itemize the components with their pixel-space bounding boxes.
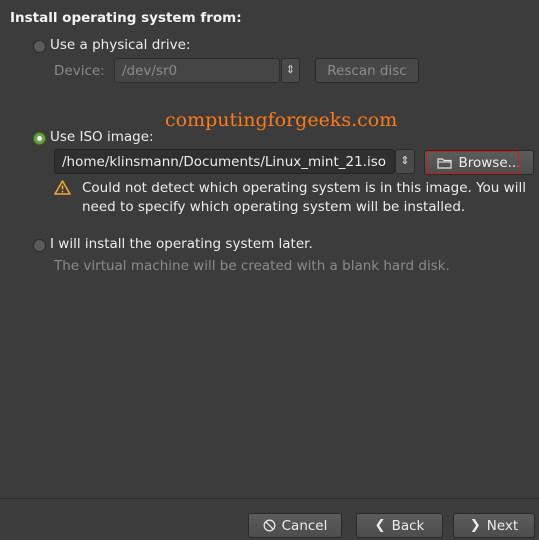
device-combo[interactable]: /dev/sr0 [114,58,280,83]
radio-iso-image[interactable] [33,132,46,145]
cancel-icon [263,519,276,532]
rescan-disc-label: Rescan disc [327,62,407,79]
chevron-left-icon: ❮ [374,518,386,533]
install-later-label[interactable]: I will install the operating system late… [50,236,313,252]
install-later-description: The virtual machine will be created with… [54,258,450,274]
iso-path-spin[interactable]: ⇕ [395,149,415,174]
device-spin[interactable]: ⇕ [281,58,300,83]
device-label: Device: [54,63,105,79]
rescan-disc-button[interactable]: Rescan disc [315,58,419,83]
radio-install-later[interactable] [33,239,46,252]
chevron-right-icon: ❯ [469,518,481,533]
warning-line-2: need to specify which operating system w… [82,199,466,215]
warning-icon [54,180,71,195]
back-label: Back [391,517,425,534]
radio-physical-drive[interactable] [33,40,46,53]
physical-drive-label[interactable]: Use a physical drive: [50,37,190,53]
browse-highlight [426,151,519,174]
section-title: Install operating system from: [10,10,242,26]
footer-separator [0,498,539,499]
warning-line-1: Could not detect which operating system … [82,180,526,196]
watermark: computingforgeeks.com [165,109,398,131]
back-button[interactable]: ❮ Back [356,513,443,538]
iso-path-combo[interactable]: /home/klinsmann/Documents/Linux_mint_21.… [54,149,395,174]
spin-arrows-icon: ⇕ [285,63,296,76]
next-label: Next [486,517,519,534]
device-value: /dev/sr0 [122,63,178,79]
iso-path-value: /home/klinsmann/Documents/Linux_mint_21.… [62,154,387,170]
cancel-label: Cancel [281,517,328,534]
dialog: Install operating system from: Use a phy… [0,0,539,540]
next-button[interactable]: ❯ Next [453,513,535,538]
iso-image-label[interactable]: Use ISO image: [50,129,154,145]
cancel-button[interactable]: Cancel [248,513,342,538]
spin-arrows-icon: ⇕ [400,154,410,167]
